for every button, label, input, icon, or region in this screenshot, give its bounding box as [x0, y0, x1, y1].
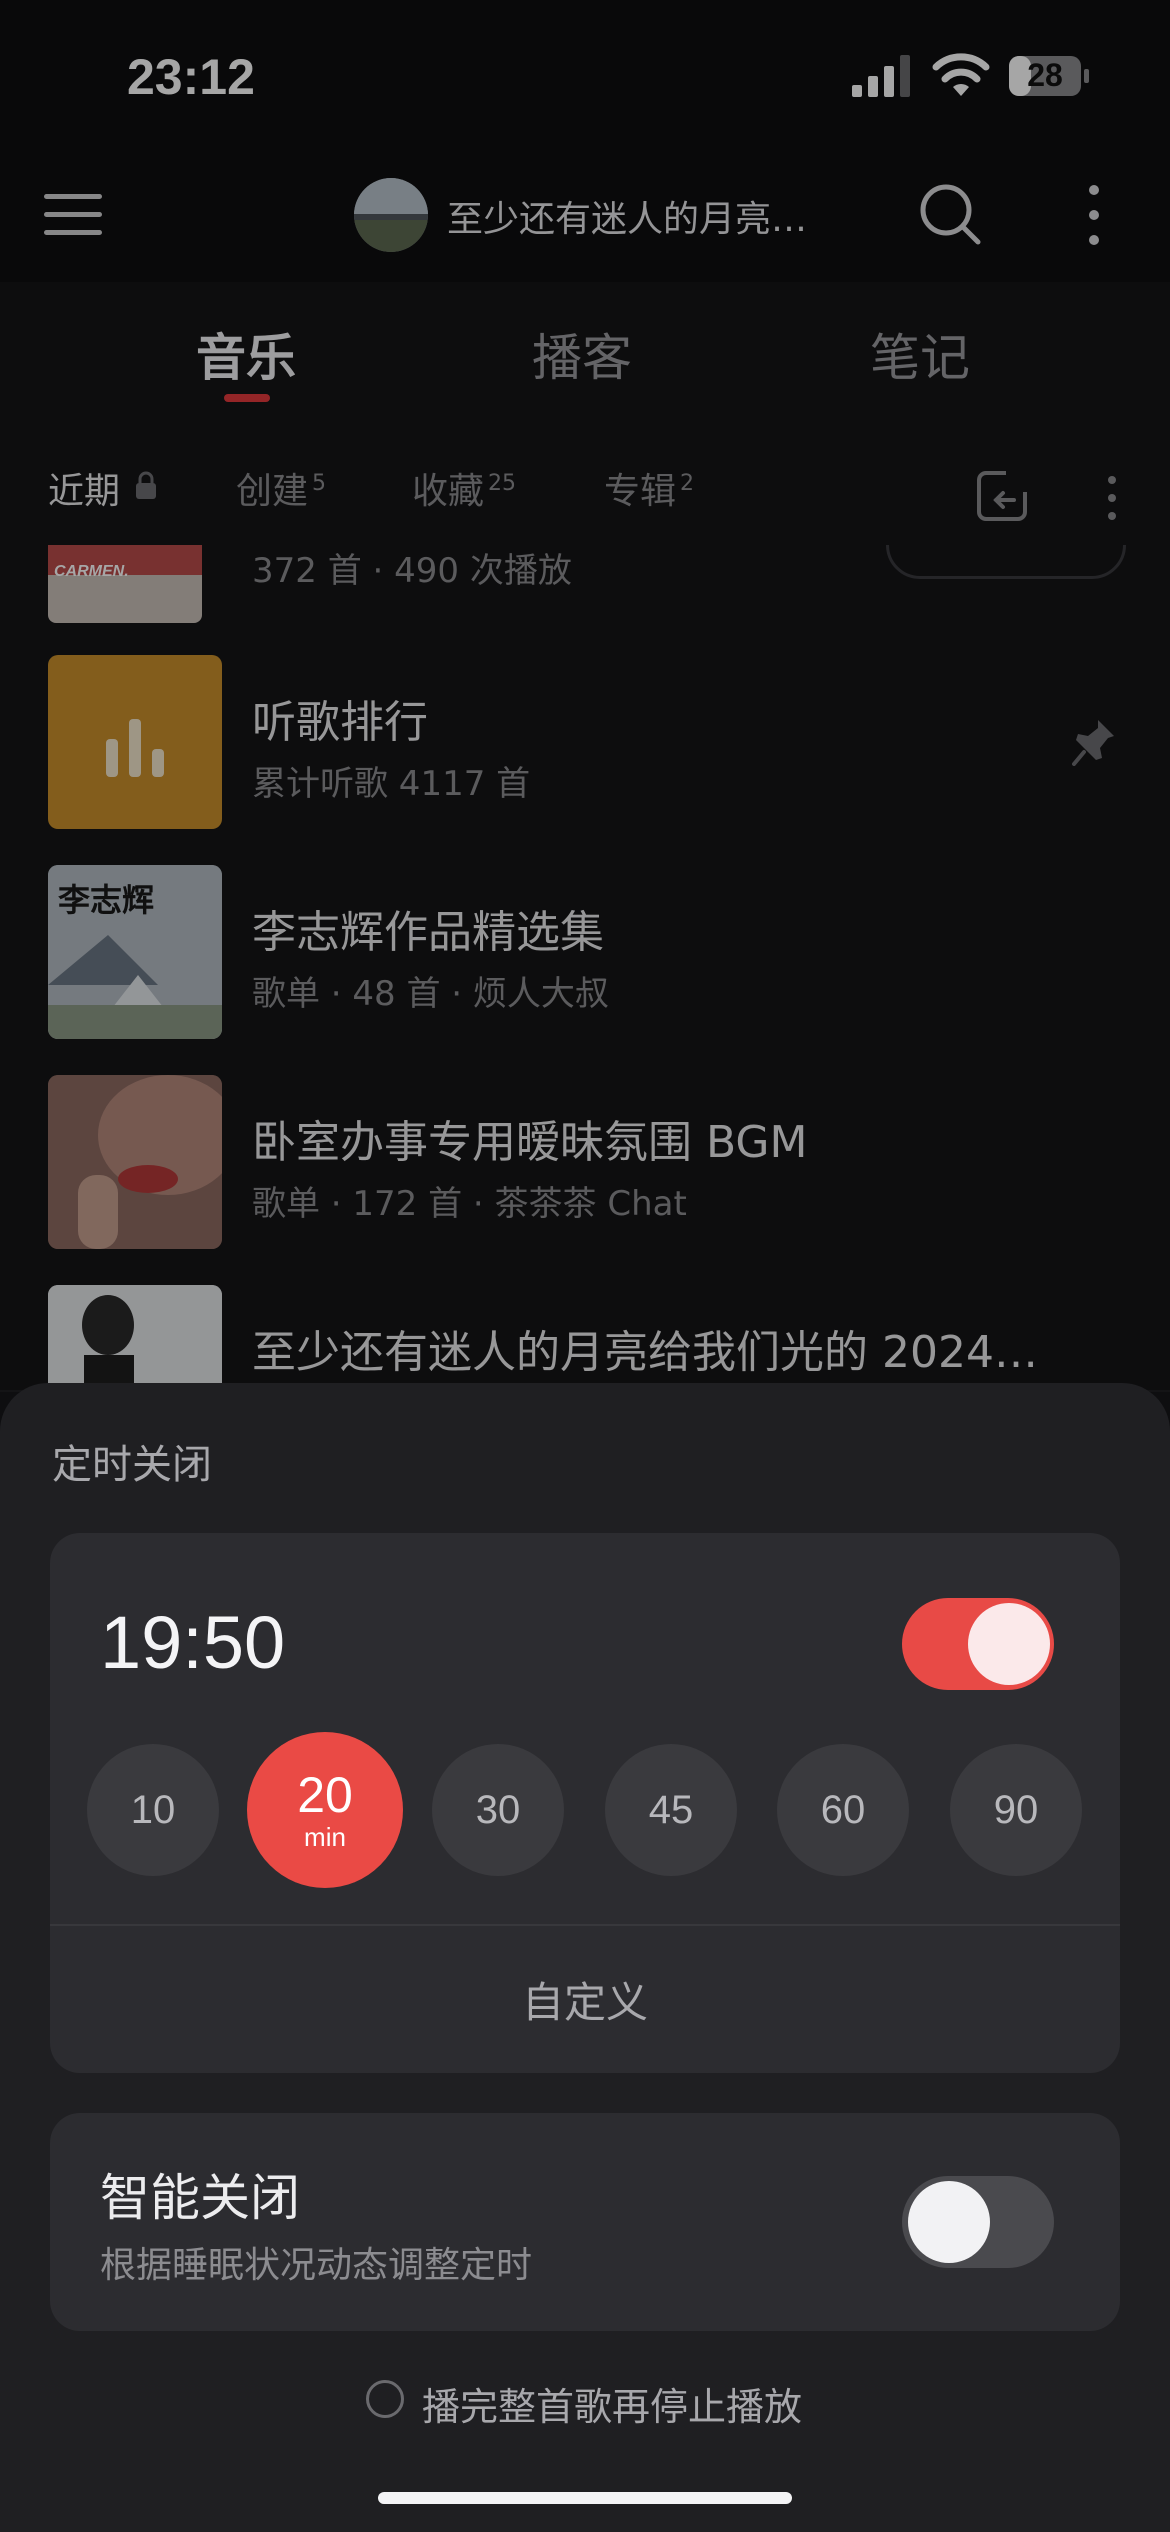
toggle-knob: [968, 1603, 1050, 1685]
sheet-title: 定时关闭: [52, 1442, 212, 1488]
timer-option-20[interactable]: 20 min: [247, 1732, 403, 1888]
finish-song-radio[interactable]: [366, 2380, 404, 2418]
custom-timer-button[interactable]: 自定义: [50, 1926, 1120, 2072]
timer-end-time: 19:50: [100, 1601, 286, 1684]
timer-option-90[interactable]: 90: [950, 1744, 1082, 1876]
timer-option-60[interactable]: 60: [777, 1744, 909, 1876]
home-indicator[interactable]: [378, 2492, 792, 2504]
timer-option-45[interactable]: 45: [605, 1744, 737, 1876]
finish-song-label[interactable]: 播完整首歌再停止播放: [422, 2376, 802, 2431]
timer-option-30[interactable]: 30: [432, 1744, 564, 1876]
timer-option-10[interactable]: 10: [87, 1744, 219, 1876]
option-unit: min: [304, 1822, 346, 1852]
smart-close-description: 根据睡眠状况动态调整定时: [100, 2245, 533, 2286]
smart-close-title: 智能关闭: [100, 2169, 300, 2227]
modal-backdrop[interactable]: [0, 0, 1170, 1390]
toggle-knob: [908, 2181, 990, 2263]
option-value: 20: [297, 1767, 353, 1823]
